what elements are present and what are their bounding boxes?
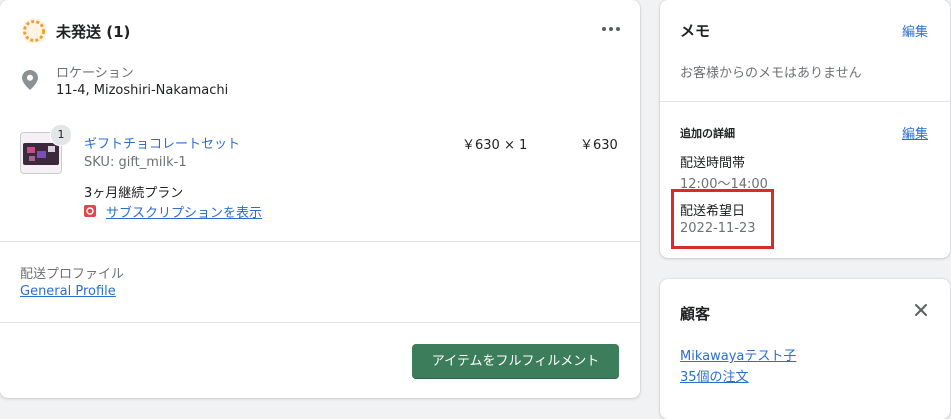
notes-card: メモ 編集 お客様からのメモはありません 追加の詳細 編集 配送時間帯 12:0… bbox=[660, 0, 950, 258]
location-value: 11-4, Mizoshiri-Nakamachi bbox=[56, 83, 229, 98]
product-name-link[interactable]: ギフトチョコレートセット bbox=[84, 133, 240, 152]
location-pin-icon bbox=[22, 70, 38, 90]
unfulfilled-card: 未発送 (1) ロケーション 11-4, Mizoshiri-Nakamachi… bbox=[0, 0, 640, 398]
customer-orders-link[interactable]: 35個の注文 bbox=[680, 366, 749, 385]
delivery-date-value: 2022-11-23 bbox=[680, 221, 756, 236]
divider bbox=[0, 322, 640, 323]
price-quantity: ￥630 × 1 bbox=[462, 138, 528, 153]
shipping-profile-link[interactable]: General Profile bbox=[20, 284, 116, 299]
quantity-badge: 1 bbox=[50, 124, 72, 146]
unfulfilled-status-icon bbox=[21, 18, 47, 44]
notes-empty-text: お客様からのメモはありません bbox=[680, 66, 862, 81]
divider bbox=[0, 241, 640, 242]
notes-title: メモ bbox=[680, 22, 711, 40]
location-label: ロケーション bbox=[56, 66, 134, 81]
notes-edit-link[interactable]: 編集 bbox=[902, 21, 928, 40]
additional-details-edit-link[interactable]: 編集 bbox=[902, 123, 928, 142]
subscription-app-icon bbox=[84, 205, 96, 217]
divider bbox=[660, 101, 950, 102]
customer-name-link[interactable]: Mikawayaテスト子 bbox=[680, 345, 796, 364]
delivery-date-label: 配送希望日 bbox=[680, 204, 746, 219]
customer-card: 顧客 Mikawayaテスト子 35個の注文 bbox=[660, 279, 950, 419]
product-sku: SKU: gift_milk-1 bbox=[84, 155, 187, 170]
subscription-plan: 3ヶ月継続プラン bbox=[84, 186, 184, 201]
fulfill-items-button[interactable]: アイテムをフルフィルメント bbox=[412, 344, 619, 379]
customer-title: 顧客 bbox=[680, 305, 711, 323]
more-horizontal-icon[interactable] bbox=[598, 20, 624, 38]
card-title: 未発送 (1) bbox=[56, 23, 131, 41]
highlight-box bbox=[671, 189, 774, 249]
view-subscription-link[interactable]: サブスクリプションを表示 bbox=[106, 202, 262, 221]
line-total: ￥630 bbox=[580, 138, 618, 153]
shipping-profile-label: 配送プロファイル bbox=[20, 267, 125, 282]
delivery-time-label: 配送時間帯 bbox=[680, 156, 746, 171]
close-icon[interactable] bbox=[912, 301, 930, 319]
additional-details-title: 追加の詳細 bbox=[680, 127, 735, 140]
